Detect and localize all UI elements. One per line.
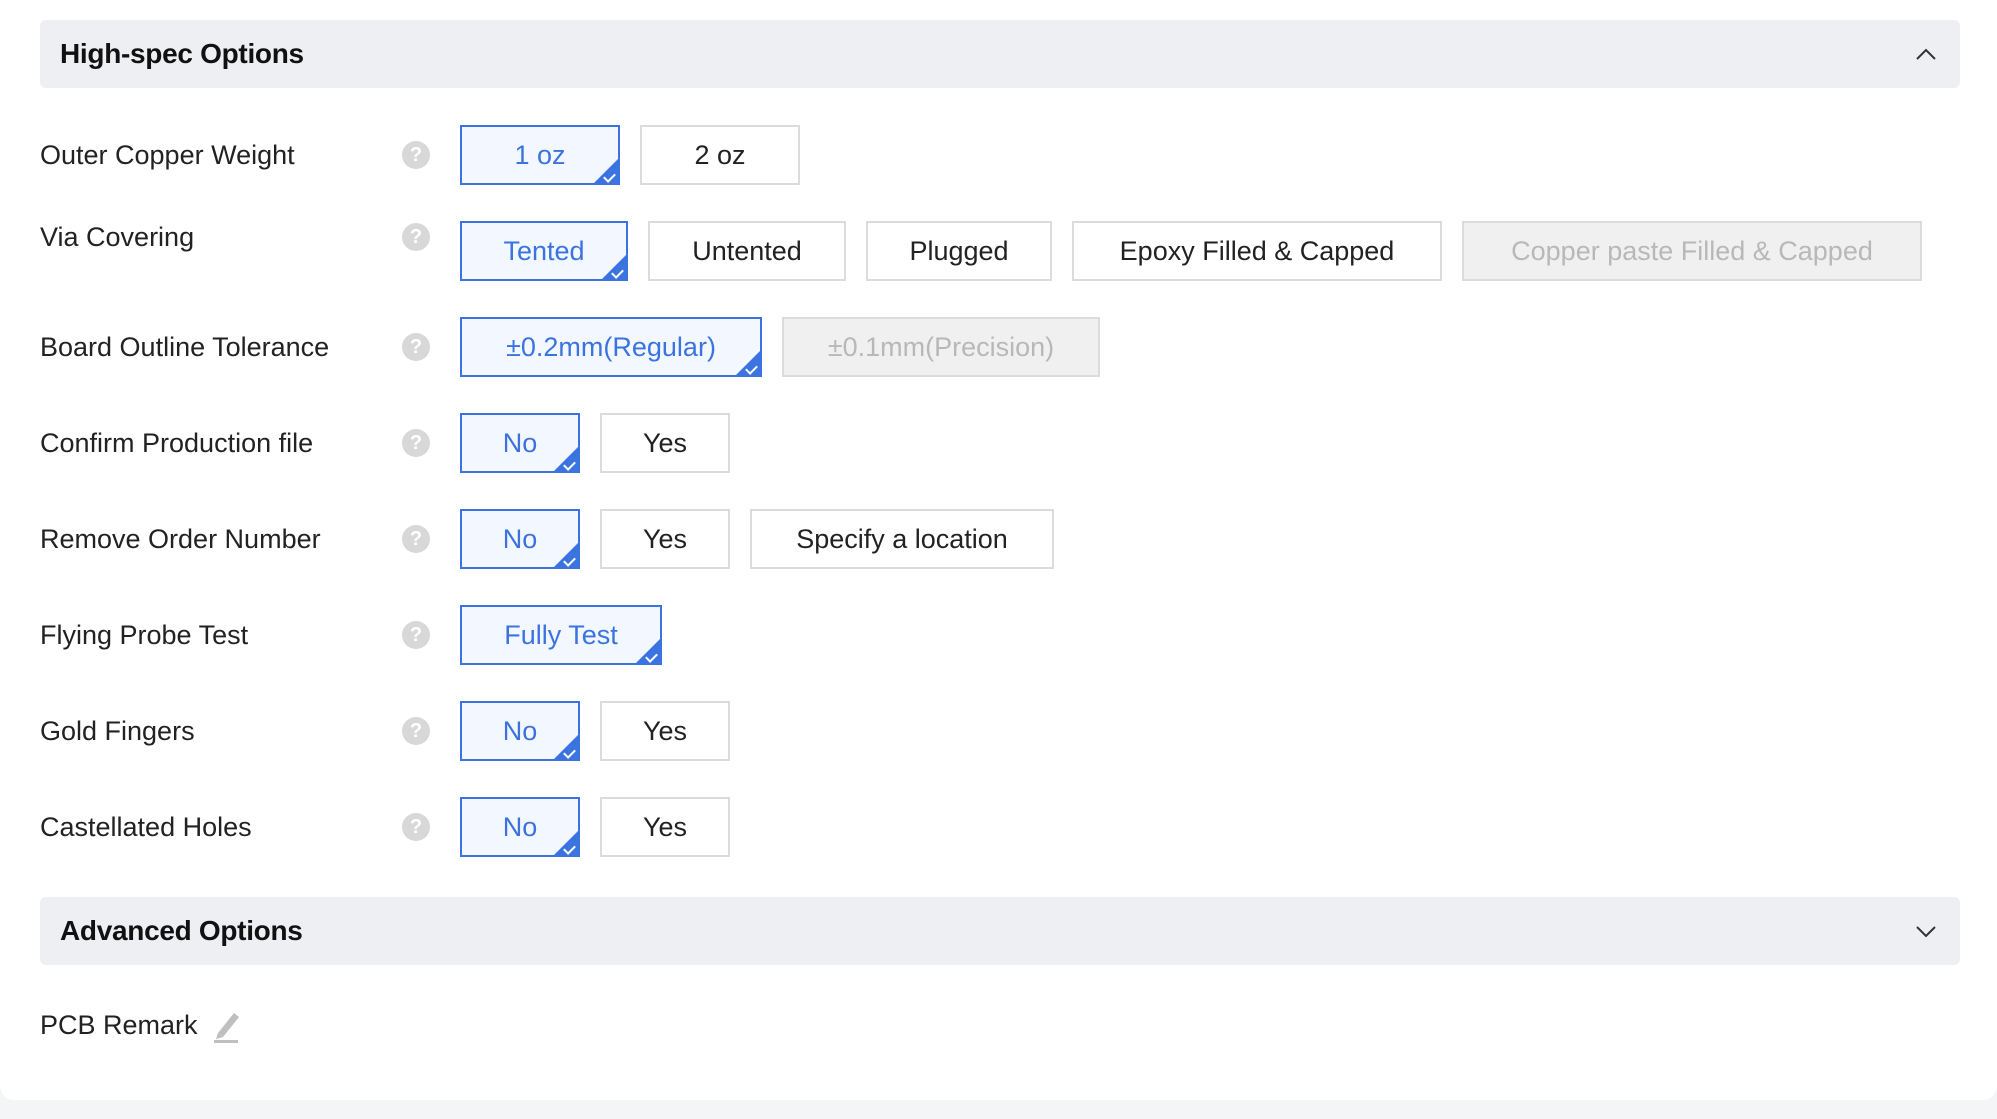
high-spec-options-title: High-spec Options xyxy=(60,38,304,69)
row-gold-fingers: Gold Fingers ? No Yes xyxy=(40,701,1960,761)
help-icon[interactable]: ? xyxy=(402,717,430,745)
advanced-options-title: Advanced Options xyxy=(60,915,303,946)
option-label: 1 oz xyxy=(514,139,566,170)
board-outline-tolerance-label: Board Outline Tolerance xyxy=(40,331,330,362)
option-specify-location[interactable]: Specify a location xyxy=(750,509,1054,569)
option-label: Yes xyxy=(642,523,688,554)
option-label: Plugged xyxy=(909,235,1009,266)
help-icon[interactable]: ? xyxy=(402,621,430,649)
flying-probe-test-label: Flying Probe Test xyxy=(40,619,249,650)
row-castellated-holes: Castellated Holes ? No Yes xyxy=(40,797,1960,857)
row-confirm-production-file: Confirm Production file ? No Yes xyxy=(40,413,1960,473)
option-2oz[interactable]: 2 oz xyxy=(640,125,800,185)
pcb-remark: PCB Remark xyxy=(40,1000,242,1050)
help-icon[interactable]: ? xyxy=(402,141,430,169)
row-flying-probe-test: Flying Probe Test ? Fully Test xyxy=(40,605,1960,665)
gold-fingers-label: Gold Fingers xyxy=(40,715,195,746)
help-icon[interactable]: ? xyxy=(402,813,430,841)
options-card: High-spec Options Outer Copper Weight ? … xyxy=(0,0,1997,1100)
option-no[interactable]: No xyxy=(460,701,580,761)
help-icon[interactable]: ? xyxy=(402,333,430,361)
option-label: No xyxy=(502,523,538,554)
row-board-outline-tolerance: Board Outline Tolerance ? ±0.2mm(Regular… xyxy=(40,317,1960,377)
via-covering-label: Via Covering xyxy=(40,221,195,252)
option-label: Yes xyxy=(642,811,688,842)
advanced-options-header[interactable]: Advanced Options xyxy=(40,897,1960,965)
row-remove-order-number: Remove Order Number ? No Yes Specify a l… xyxy=(40,509,1960,569)
option-no[interactable]: No xyxy=(460,509,580,569)
confirm-production-file-label: Confirm Production file xyxy=(40,427,314,458)
option-label: Specify a location xyxy=(796,523,1008,554)
pcb-remark-label: PCB Remark xyxy=(40,1009,198,1040)
option-yes[interactable]: Yes xyxy=(600,509,730,569)
option-label: Yes xyxy=(642,427,688,458)
chevron-down-icon[interactable] xyxy=(1912,917,1940,945)
row-via-covering: Via Covering ? Tented Untented Plugged E… xyxy=(40,221,1960,281)
option-label: Copper paste Filled & Capped xyxy=(1511,235,1873,266)
help-icon[interactable]: ? xyxy=(402,525,430,553)
option-untented[interactable]: Untented xyxy=(648,221,846,281)
option-label: ±0.1mm(Precision) xyxy=(827,331,1055,362)
chevron-up-icon[interactable] xyxy=(1912,40,1940,68)
remove-order-number-label: Remove Order Number xyxy=(40,523,321,554)
option-regular-tolerance[interactable]: ±0.2mm(Regular) xyxy=(460,317,762,377)
help-icon[interactable]: ? xyxy=(402,223,430,251)
option-label: ±0.2mm(Regular) xyxy=(506,331,716,362)
row-outer-copper-weight: Outer Copper Weight ? 1 oz 2 oz xyxy=(40,125,1960,185)
option-plugged[interactable]: Plugged xyxy=(866,221,1052,281)
option-label: Untented xyxy=(692,235,802,266)
option-label: Tented xyxy=(503,235,585,266)
option-epoxy-filled-capped[interactable]: Epoxy Filled & Capped xyxy=(1072,221,1442,281)
pencil-icon[interactable] xyxy=(210,1007,242,1043)
option-yes[interactable]: Yes xyxy=(600,797,730,857)
outer-copper-weight-label: Outer Copper Weight xyxy=(40,139,295,170)
option-label: No xyxy=(502,811,538,842)
option-yes[interactable]: Yes xyxy=(600,413,730,473)
option-precision-tolerance: ±0.1mm(Precision) xyxy=(782,317,1100,377)
castellated-holes-label: Castellated Holes xyxy=(40,811,252,842)
option-tented[interactable]: Tented xyxy=(460,221,628,281)
option-label: Fully Test xyxy=(504,619,618,650)
option-1oz[interactable]: 1 oz xyxy=(460,125,620,185)
option-label: Epoxy Filled & Capped xyxy=(1119,235,1395,266)
option-label: Yes xyxy=(642,715,688,746)
option-label: No xyxy=(502,427,538,458)
high-spec-options-header[interactable]: High-spec Options xyxy=(40,20,1960,88)
option-no[interactable]: No xyxy=(460,413,580,473)
option-yes[interactable]: Yes xyxy=(600,701,730,761)
option-label: 2 oz xyxy=(694,139,746,170)
help-icon[interactable]: ? xyxy=(402,429,430,457)
option-copper-paste-filled-capped: Copper paste Filled & Capped xyxy=(1462,221,1922,281)
option-no[interactable]: No xyxy=(460,797,580,857)
option-fully-test[interactable]: Fully Test xyxy=(460,605,662,665)
option-label: No xyxy=(502,715,538,746)
